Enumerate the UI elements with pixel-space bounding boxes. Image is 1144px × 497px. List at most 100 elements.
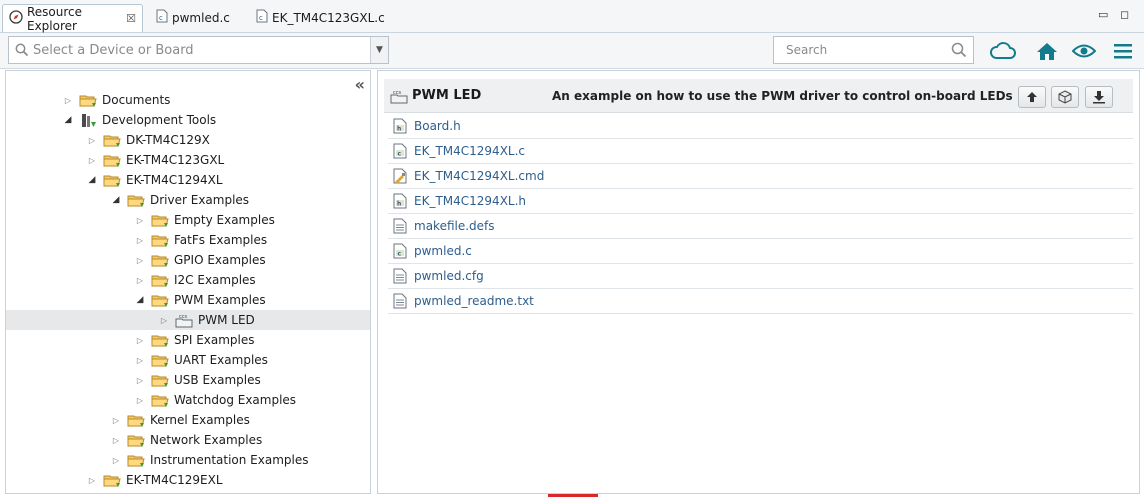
- maximize-icon[interactable]: ◻: [1120, 8, 1129, 21]
- cloud-icon[interactable]: [990, 38, 1016, 64]
- file-link[interactable]: EK_TM4C1294XL.h: [414, 194, 526, 208]
- expanded-arrow-icon[interactable]: ◢: [63, 115, 73, 125]
- tree-item[interactable]: ▷ Watchdog Examples: [6, 390, 370, 410]
- download-icon[interactable]: [1085, 86, 1113, 108]
- tree-item[interactable]: ◢ Development Tools: [6, 110, 370, 130]
- search-input[interactable]: Search: [773, 36, 974, 64]
- expanded-arrow-icon[interactable]: ◢: [135, 295, 145, 305]
- folder-icon: [151, 292, 169, 308]
- tree-item[interactable]: ▷ USB Examples: [6, 370, 370, 390]
- file-link[interactable]: EK_TM4C1294XL.cmd: [414, 169, 544, 183]
- collapsed-arrow-icon[interactable]: ▷: [111, 416, 121, 425]
- tree-item[interactable]: ▷ EK-TM4C123GXL: [6, 150, 370, 170]
- file-row[interactable]: pwmled.cfg: [388, 264, 1133, 289]
- tree-item[interactable]: ▷ DK-TM4C129X: [6, 130, 370, 150]
- tab-ek-tm4c123gxl-c[interactable]: c EK_TM4C123GXL.c: [250, 5, 390, 30]
- tab-resource-explorer[interactable]: Resource Explorer ☒: [2, 4, 143, 33]
- device-board-select[interactable]: Select a Device or Board ▼: [8, 36, 389, 64]
- file-row[interactable]: c EK_TM4C1294XL.c: [388, 139, 1133, 164]
- tree-item[interactable]: ▷ Instrumentation Examples: [6, 450, 370, 470]
- detail-header: ccs PWM LED An example on how to use the…: [384, 79, 1133, 113]
- folder-icon: [127, 452, 145, 468]
- collapsed-arrow-icon[interactable]: ▷: [111, 456, 121, 465]
- file-link[interactable]: pwmled_readme.txt: [414, 294, 534, 308]
- tree-item[interactable]: ▷ SPI Examples: [6, 330, 370, 350]
- file-row[interactable]: h EK_TM4C1294XL.h: [388, 189, 1133, 214]
- file-link[interactable]: EK_TM4C1294XL.c: [414, 144, 525, 158]
- close-icon[interactable]: ☒: [126, 12, 136, 25]
- collapsed-arrow-icon[interactable]: ▷: [135, 396, 145, 405]
- tree-item[interactable]: ▷ GPIO Examples: [6, 250, 370, 270]
- tree-item[interactable]: ▷ Network Examples: [6, 430, 370, 450]
- collapsed-arrow-icon[interactable]: ▷: [87, 136, 97, 145]
- expanded-arrow-icon[interactable]: ◢: [111, 195, 121, 205]
- file-link[interactable]: pwmled.c: [414, 244, 472, 258]
- file-row[interactable]: EK_TM4C1294XL.cmd: [388, 164, 1133, 189]
- c-file-icon: c: [156, 9, 168, 26]
- detail-description: An example on how to use the PWM driver …: [552, 88, 1013, 103]
- tree-item[interactable]: ◢ EK-TM4C1294XL: [6, 170, 370, 190]
- package-icon[interactable]: [1051, 86, 1079, 108]
- file-row[interactable]: makefile.defs: [388, 214, 1133, 239]
- tree-item-label: EK-TM4C129EXL: [126, 473, 223, 487]
- collapsed-arrow-icon[interactable]: ▷: [135, 356, 145, 365]
- tree-item-label: Network Examples: [150, 433, 263, 447]
- up-arrow-icon[interactable]: [1018, 86, 1046, 108]
- collapsed-arrow-icon[interactable]: ▷: [87, 156, 97, 165]
- folder-icon: [151, 252, 169, 268]
- collapsed-arrow-icon[interactable]: ▷: [135, 276, 145, 285]
- tree-item[interactable]: ▷ UART Examples: [6, 350, 370, 370]
- text-file-icon: [392, 268, 410, 284]
- tree-item-label: Empty Examples: [174, 213, 275, 227]
- file-row[interactable]: pwmled_readme.txt: [388, 289, 1133, 314]
- tree-item-label: Kernel Examples: [150, 413, 250, 427]
- file-link[interactable]: makefile.defs: [414, 219, 495, 233]
- collapsed-arrow-icon[interactable]: ▷: [159, 316, 169, 325]
- tree-item-label: FatFs Examples: [174, 233, 268, 247]
- collapsed-arrow-icon[interactable]: ▷: [135, 336, 145, 345]
- file-link[interactable]: pwmled.cfg: [414, 269, 484, 283]
- collapsed-arrow-icon[interactable]: ▷: [135, 256, 145, 265]
- tree-item[interactable]: ▷ Kernel Examples: [6, 410, 370, 430]
- collapsed-arrow-icon[interactable]: ▷: [135, 376, 145, 385]
- tree-item-label: USB Examples: [174, 373, 261, 387]
- svg-text:c: c: [398, 151, 402, 158]
- tree-item-label: PWM LED: [198, 313, 255, 327]
- expanded-arrow-icon[interactable]: ◢: [87, 175, 97, 185]
- tree-item[interactable]: ▷ ccs PWM LED: [6, 310, 370, 330]
- collapsed-arrow-icon[interactable]: ▷: [63, 96, 73, 105]
- folder-icon: [151, 332, 169, 348]
- dropdown-arrow-icon[interactable]: ▼: [370, 37, 388, 63]
- tree-item-label: GPIO Examples: [174, 253, 266, 267]
- text-file-icon: [392, 218, 410, 234]
- tree-item[interactable]: ▷ Empty Examples: [6, 210, 370, 230]
- collapsed-arrow-icon[interactable]: ▷: [87, 476, 97, 485]
- tab-pwmled-c[interactable]: c pwmled.c: [150, 5, 240, 30]
- file-row[interactable]: h Board.h: [388, 114, 1133, 139]
- eye-icon[interactable]: [1071, 38, 1097, 64]
- folder-icon: [103, 132, 121, 148]
- text-file-icon: [392, 293, 410, 309]
- tree-item[interactable]: ▷ FatFs Examples: [6, 230, 370, 250]
- folder-icon: [103, 472, 121, 488]
- home-icon[interactable]: [1034, 38, 1060, 64]
- search-icon[interactable]: [951, 42, 967, 58]
- tree-item[interactable]: ▷ Documents: [6, 90, 370, 110]
- folder-icon: [127, 412, 145, 428]
- collapsed-arrow-icon[interactable]: ▷: [135, 236, 145, 245]
- tree-item[interactable]: ◢ PWM Examples: [6, 290, 370, 310]
- collapsed-arrow-icon[interactable]: ▷: [111, 436, 121, 445]
- file-row[interactable]: c pwmled.c: [388, 239, 1133, 264]
- search-placeholder: Search: [786, 43, 828, 57]
- folder-icon: [151, 272, 169, 288]
- tree-item[interactable]: ▷ I2C Examples: [6, 270, 370, 290]
- tree-item[interactable]: ▷ EK-TM4C129EXL: [6, 470, 370, 490]
- file-link[interactable]: Board.h: [414, 119, 461, 133]
- tree-item-label: Documents: [102, 93, 171, 107]
- tree-item[interactable]: ◢ Driver Examples: [6, 190, 370, 210]
- menu-icon[interactable]: [1110, 38, 1136, 64]
- tree-item-label: UART Examples: [174, 353, 268, 367]
- minimize-icon[interactable]: ▭: [1098, 8, 1108, 21]
- tools-icon: [79, 112, 97, 128]
- collapsed-arrow-icon[interactable]: ▷: [135, 216, 145, 225]
